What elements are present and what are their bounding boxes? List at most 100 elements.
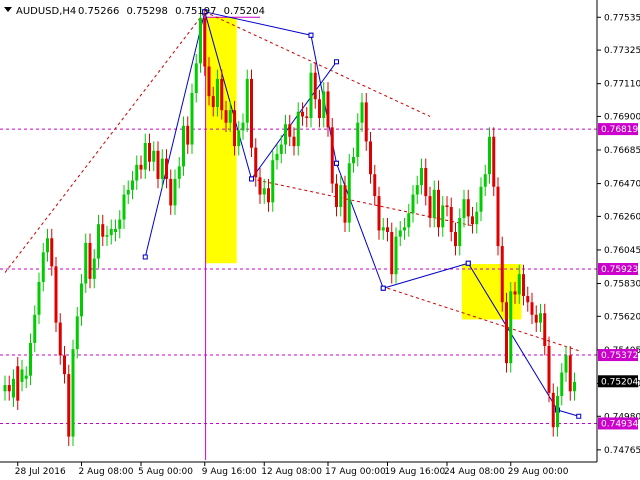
candle-body bbox=[16, 366, 20, 401]
price-chart: 0.77535 0.77325 0.77110 0.76900 0.76685 0.764… bbox=[0, 0, 640, 480]
candle-body bbox=[454, 232, 457, 247]
ohlc-high: 0.75298 bbox=[127, 6, 168, 17]
candle-body bbox=[343, 185, 347, 223]
candle-body bbox=[54, 266, 58, 323]
candle-body bbox=[309, 72, 313, 118]
candle-body bbox=[377, 196, 381, 231]
candle-body bbox=[262, 188, 266, 195]
candle-body bbox=[131, 180, 134, 190]
level-tag-label-2: 0.75372 bbox=[601, 351, 638, 361]
y-tick-label-5: 0.76470 bbox=[604, 180, 640, 190]
x-tick-label-2: 5 Aug 00:00 bbox=[138, 467, 193, 477]
y-tick-label-7: 0.76045 bbox=[604, 246, 640, 256]
candle-body bbox=[407, 213, 411, 228]
candle-body bbox=[186, 125, 190, 145]
candle-body bbox=[97, 224, 100, 259]
candle-body bbox=[122, 194, 126, 220]
candle-body bbox=[330, 127, 334, 184]
x-tick-label-8: 29 Aug 00:00 bbox=[508, 467, 569, 477]
candle-body bbox=[466, 199, 470, 217]
candle-body bbox=[41, 252, 45, 282]
candle-body bbox=[118, 219, 122, 229]
candle-body bbox=[258, 177, 262, 195]
candle-body bbox=[437, 189, 440, 228]
candle-body bbox=[356, 122, 360, 158]
candle-body bbox=[534, 314, 538, 323]
candle-body bbox=[199, 18, 202, 64]
candle-body bbox=[522, 274, 525, 297]
candle-body bbox=[441, 205, 445, 228]
candle-body bbox=[556, 395, 559, 428]
candle-body bbox=[313, 72, 317, 100]
y-tick-label-4: 0.76685 bbox=[604, 146, 640, 156]
candle-body bbox=[526, 296, 530, 303]
candle-body bbox=[543, 313, 547, 346]
x-tick-label-3: 9 Aug 16:00 bbox=[202, 467, 257, 477]
x-tick-label-5: 17 Aug 00:00 bbox=[325, 467, 386, 477]
candle-body bbox=[462, 199, 466, 218]
candle-body bbox=[449, 207, 453, 232]
candle-body bbox=[267, 188, 270, 203]
candle-body bbox=[322, 91, 326, 118]
candle-body bbox=[241, 122, 245, 131]
candle-body bbox=[160, 158, 164, 179]
candle-body bbox=[101, 224, 105, 237]
candle-body bbox=[156, 150, 160, 179]
candle-body bbox=[551, 392, 555, 428]
pivot-point-3-1 bbox=[334, 59, 339, 65]
candle-body bbox=[415, 185, 419, 195]
candle-body bbox=[148, 142, 151, 162]
candle-body bbox=[80, 283, 83, 317]
y-tick-label-8: 0.75830 bbox=[604, 280, 640, 290]
candle-body bbox=[143, 142, 147, 170]
candle-body bbox=[373, 174, 377, 197]
pivot-point-4-0 bbox=[308, 32, 314, 38]
candle-body bbox=[37, 281, 41, 315]
ohlc-low: 0.75197 bbox=[175, 6, 216, 17]
pivot-point-0-0 bbox=[142, 254, 148, 260]
candle-body bbox=[420, 167, 423, 186]
x-tick-label-0: 28 Jul 2016 bbox=[15, 467, 66, 477]
candle-body bbox=[24, 375, 28, 379]
candle-body bbox=[275, 153, 279, 161]
x-tick-label-4: 12 Aug 08:00 bbox=[261, 467, 322, 477]
candle-body bbox=[211, 96, 215, 108]
y-tick-label-0: 0.77535 bbox=[604, 13, 640, 23]
candle-body bbox=[169, 178, 173, 206]
candle-body bbox=[428, 196, 432, 218]
candle-body bbox=[398, 230, 402, 237]
y-tick-label-1: 0.77325 bbox=[604, 46, 640, 56]
zone-0 bbox=[205, 17, 237, 264]
candle-body bbox=[173, 178, 177, 206]
candle-body bbox=[301, 111, 304, 117]
candle-body bbox=[135, 164, 139, 181]
candle-body bbox=[245, 78, 249, 123]
pivot-point-7-0 bbox=[465, 260, 471, 266]
candle-body bbox=[530, 302, 534, 315]
candle-body bbox=[403, 227, 406, 231]
candle-body bbox=[335, 183, 338, 208]
candle-body bbox=[228, 110, 232, 123]
candle-body bbox=[305, 116, 309, 118]
candle-body bbox=[500, 246, 504, 303]
pivot-point-8-1 bbox=[576, 413, 582, 419]
candle-body bbox=[386, 227, 389, 232]
candle-body bbox=[471, 216, 474, 225]
candle-body bbox=[203, 18, 207, 67]
candle-body bbox=[483, 174, 487, 187]
candle-body bbox=[560, 372, 564, 396]
candle-body bbox=[568, 355, 572, 392]
pivot-point-5-0 bbox=[334, 160, 339, 166]
candle-body bbox=[88, 242, 92, 279]
x-tick-label-6: 19 Aug 16:00 bbox=[385, 467, 446, 477]
candle-body bbox=[71, 349, 75, 437]
candle-body bbox=[390, 232, 394, 275]
candle-body bbox=[46, 238, 49, 253]
candle-body bbox=[224, 110, 228, 123]
candle-body bbox=[339, 185, 343, 208]
candle-body bbox=[458, 217, 462, 247]
candle-body bbox=[114, 228, 117, 232]
candle-body bbox=[381, 227, 385, 231]
candle-body bbox=[12, 378, 15, 398]
candle-body bbox=[177, 166, 181, 179]
